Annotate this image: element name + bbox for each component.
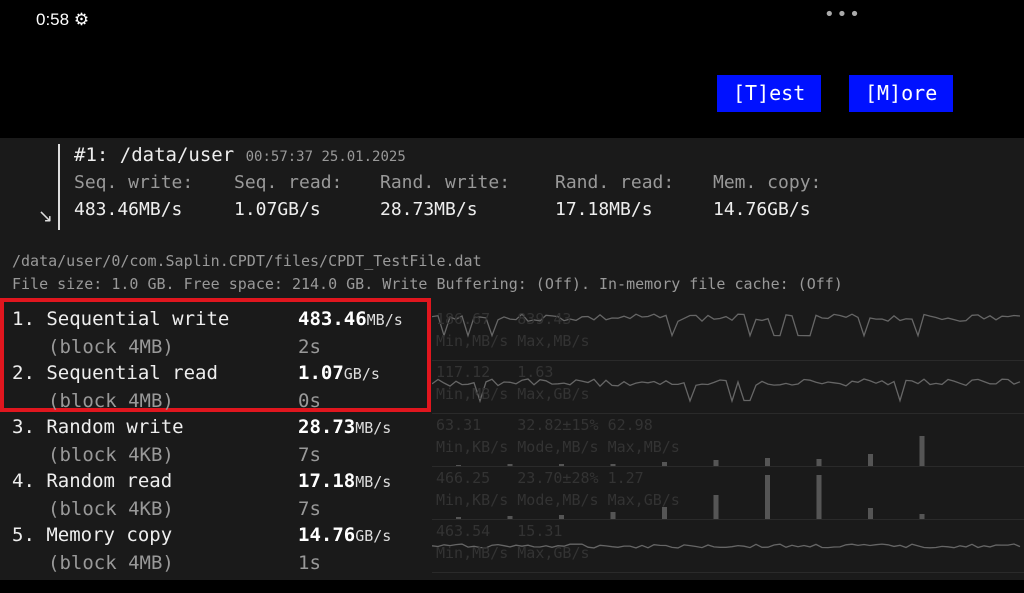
graph-stats-labels: Min,KB/s Mode,MB/s Max,MB/s xyxy=(436,438,680,456)
result-block: (block 4MB) xyxy=(48,389,174,412)
histogram-bar xyxy=(507,464,513,466)
more-button[interactable]: [M]ore xyxy=(849,75,954,112)
graph-stats: 466.25 23.70±28% 1.27 xyxy=(436,469,644,487)
histogram-bar xyxy=(610,512,616,519)
history-title: #1: /data/user xyxy=(74,144,235,166)
result-time: 1s xyxy=(298,551,321,574)
result-graph: 463.54 15.31 Min,MB/s Max,GB/s xyxy=(432,520,1024,573)
history-value: 483.46MB/s xyxy=(74,199,183,220)
result-value: 17.18MB/s xyxy=(298,470,392,492)
histogram-bar xyxy=(765,458,770,466)
histogram-bar xyxy=(456,517,461,519)
result-block: (block 4MB) xyxy=(48,335,174,358)
result-value: 28.73MB/s xyxy=(298,416,392,438)
history-label: Mem. copy: xyxy=(713,172,822,193)
history-value: 1.07GB/s xyxy=(234,199,321,220)
histogram-bar xyxy=(507,516,513,519)
result-value: 483.46MB/s xyxy=(298,308,403,330)
result-value: 14.76GB/s xyxy=(298,524,392,546)
history-label: Seq. write: xyxy=(74,172,194,193)
histogram-bar xyxy=(816,459,822,466)
graph-stats: 463.54 15.31 xyxy=(436,522,563,540)
result-value: 1.07GB/s xyxy=(298,362,380,384)
histogram-bar xyxy=(662,462,667,466)
clock: 0:58 xyxy=(36,10,70,29)
result-graph: 186.67 839.43 Min,MB/s Max,MB/s xyxy=(432,308,1024,361)
graphs: 186.67 839.43 Min,MB/s Max,MB/s 117.12 1.6… xyxy=(432,308,1024,573)
history-label: Rand. read: xyxy=(555,172,675,193)
more-dots-icon[interactable]: ••• xyxy=(824,4,862,25)
histogram-bar xyxy=(919,436,925,466)
result-item: 3. Random write 28.73MB/s (block 4KB) 7s xyxy=(12,414,403,468)
histogram-bar xyxy=(713,495,719,519)
histogram-bar xyxy=(610,464,616,466)
result-name: 5. Memory copy xyxy=(12,524,173,546)
history-value: 14.76GB/s xyxy=(713,199,811,220)
histogram-bar xyxy=(868,508,873,519)
result-block: (block 4KB) xyxy=(48,497,174,520)
histogram-bar xyxy=(456,465,461,466)
test-button[interactable]: [T]est xyxy=(717,75,822,112)
result-graph: 466.25 23.70±28% 1.27 Min,KB/s Mode,MB/s … xyxy=(432,467,1024,520)
result-item: 1. Sequential write 483.46MB/s (block 4MB… xyxy=(12,306,403,360)
result-time: 7s xyxy=(298,497,321,520)
result-time: 0s xyxy=(298,389,321,412)
history-entry[interactable]: #1: /data/user 00:57:37 25.01.2025 Seq. … xyxy=(58,144,853,230)
result-graph: 117.12 1.63 Min,MB/s Max,GB/s xyxy=(432,361,1024,414)
result-name: 1. Sequential write xyxy=(12,308,230,330)
result-name: 4. Random read xyxy=(12,470,173,492)
history-timestamp: 00:57:37 25.01.2025 xyxy=(245,149,406,165)
results-list: 1. Sequential write 483.46MB/s (block 4MB… xyxy=(12,306,403,576)
result-name: 3. Random write xyxy=(12,416,184,438)
graph-stats: 117.12 1.63 xyxy=(436,363,554,381)
gear-icon: ⚙ xyxy=(73,10,90,29)
graph-stats-labels: Min,MB/s Max,GB/s xyxy=(436,385,590,403)
histogram-bar xyxy=(816,475,822,519)
result-item: 2. Sequential read 1.07GB/s (block 4MB) 0s xyxy=(12,360,403,414)
graph-stats-labels: Min,MB/s Max,GB/s xyxy=(436,544,590,562)
histogram-bar xyxy=(765,475,770,519)
file-info: File size: 1.0 GB. Free space: 214.0 GB.… xyxy=(12,275,843,293)
result-time: 2s xyxy=(298,335,321,358)
graph-stats: 186.67 839.43 xyxy=(436,310,572,328)
history-value: 28.73MB/s xyxy=(380,199,478,220)
histogram-bar xyxy=(713,460,719,466)
histogram-bar xyxy=(559,464,564,466)
graph-stats: 63.31 32.82±15% 62.98 xyxy=(436,416,653,434)
result-name: 2. Sequential read xyxy=(12,362,218,384)
status-bar: 0:58 ⚙ xyxy=(36,10,89,30)
history-label: Seq. read: xyxy=(234,172,343,193)
main-panel: ↘ #1: /data/user 00:57:37 25.01.2025 Seq… xyxy=(0,138,1024,580)
result-time: 7s xyxy=(298,443,321,466)
result-block: (block 4MB) xyxy=(48,551,174,574)
arrow-down-right-icon[interactable]: ↘ xyxy=(38,206,53,227)
graph-stats-labels: Min,MB/s Max,MB/s xyxy=(436,332,590,350)
histogram-bar xyxy=(559,515,564,519)
result-graph: 63.31 32.82±15% 62.98 Min,KB/s Mode,MB/s … xyxy=(432,414,1024,467)
histogram-bar xyxy=(868,454,873,466)
history-value: 17.18MB/s xyxy=(555,199,653,220)
result-item: 5. Memory copy 14.76GB/s (block 4MB) 1s xyxy=(12,522,403,576)
graph-stats-labels: Min,KB/s Mode,MB/s Max,GB/s xyxy=(436,491,680,509)
file-path: /data/user/0/com.Saplin.CPDT/files/CPDT_… xyxy=(12,252,482,270)
history-label: Rand. write: xyxy=(380,172,511,193)
result-block: (block 4KB) xyxy=(48,443,174,466)
result-item: 4. Random read 17.18MB/s (block 4KB) 7s xyxy=(12,468,403,522)
histogram-bar xyxy=(919,514,925,519)
